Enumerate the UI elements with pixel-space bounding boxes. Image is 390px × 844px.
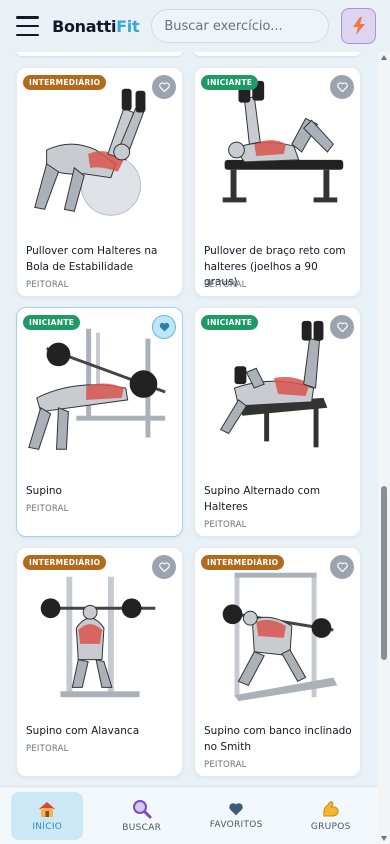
- nav-label: FAVORITOS: [209, 819, 263, 830]
- exercise-card[interactable]: INTERMEDIÁRIO Supino com banco inclinado…: [194, 547, 361, 777]
- favorite-toggle-button[interactable]: [152, 75, 176, 99]
- exercise-grid: INTERMEDIÁRIO Pullover com Halteres na B…: [0, 52, 378, 786]
- nav-item-favoritos[interactable]: FAVORITOS: [200, 792, 272, 840]
- scrollbar-thumb[interactable]: [381, 486, 387, 660]
- heart-icon: [229, 802, 243, 815]
- scroll-up-arrow-icon[interactable]: [380, 54, 388, 62]
- muscle-group-label: PEITORAL: [26, 744, 69, 754]
- muscle-group-label: PEITORAL: [26, 280, 69, 290]
- scroll-down-arrow-icon[interactable]: [380, 834, 388, 842]
- favorite-toggle-button[interactable]: [152, 315, 176, 339]
- logo-text-accent: Fit: [116, 16, 140, 36]
- difficulty-badge: INICIANTE: [201, 315, 259, 330]
- exercise-name: Supino com banco inclinado no Smith: [204, 725, 352, 753]
- favorite-toggle-button[interactable]: [330, 75, 354, 99]
- nav-item-grupos[interactable]: GRUPOS: [295, 792, 367, 840]
- app-logo[interactable]: BonattiFit: [52, 16, 140, 36]
- favorite-toggle-button[interactable]: [152, 555, 176, 579]
- muscle-group-label: PEITORAL: [204, 520, 247, 530]
- muscle-group-label: PEITORAL: [204, 280, 247, 290]
- previous-card-edge-right: [194, 52, 361, 56]
- muscle-group-label: PEITORAL: [204, 760, 247, 770]
- scrollbar[interactable]: [378, 52, 390, 844]
- logo-text-main: Bonatti: [52, 16, 117, 36]
- quick-action-button[interactable]: [341, 8, 376, 44]
- exercise-card[interactable]: INICIANTE Supino PEITORAL: [16, 307, 183, 537]
- exercise-name: Supino Alternado com Halteres: [204, 485, 321, 513]
- nav-label: INÍCIO: [32, 821, 63, 832]
- exercise-card[interactable]: INTERMEDIÁRIO Supino com Alavanca PEITOR…: [16, 547, 183, 777]
- favorite-toggle-button[interactable]: [330, 315, 354, 339]
- search-input[interactable]: [151, 9, 330, 43]
- heart-icon: [158, 82, 170, 92]
- difficulty-badge: INICIANTE: [201, 75, 259, 90]
- magnifier-icon: [132, 799, 152, 818]
- house-icon: [39, 801, 56, 817]
- nav-item-inicio[interactable]: INÍCIO: [11, 791, 84, 840]
- exercise-card[interactable]: INICIANTE Pullover de braço reto com hal…: [194, 67, 361, 297]
- favorite-toggle-button[interactable]: [330, 555, 354, 579]
- nav-item-buscar[interactable]: BUSCAR: [106, 792, 178, 840]
- previous-card-edge-left: [16, 52, 183, 56]
- difficulty-badge: INICIANTE: [23, 315, 81, 330]
- difficulty-badge: INTERMEDIÁRIO: [23, 555, 107, 570]
- heart-icon: [158, 562, 170, 572]
- flexed-biceps-icon: [323, 800, 339, 816]
- nav-label: GRUPOS: [310, 821, 351, 832]
- heart-icon: [336, 322, 348, 332]
- bottom-navigation: INÍCIO BUSCAR FAVORITOS GRUPOS: [0, 786, 378, 844]
- exercise-name: Supino com Alavanca: [26, 725, 140, 737]
- difficulty-badge: INTERMEDIÁRIO: [201, 555, 285, 570]
- muscle-group-label: PEITORAL: [26, 504, 69, 514]
- exercise-card[interactable]: INICIANTE Supino Alternado com Halteres …: [194, 307, 361, 537]
- exercise-name: Pullover com Halteres na Bola de Estabil…: [26, 245, 158, 273]
- heart-icon: [336, 82, 348, 92]
- hamburger-menu-icon[interactable]: [16, 16, 40, 36]
- heart-icon: [159, 322, 169, 332]
- lightning-bolt-icon: [352, 17, 365, 35]
- top-bar: BonattiFit: [0, 0, 390, 52]
- nav-label: BUSCAR: [122, 822, 162, 833]
- difficulty-badge: INTERMEDIÁRIO: [23, 75, 107, 90]
- exercise-name: Supino: [26, 485, 62, 497]
- exercise-card[interactable]: INTERMEDIÁRIO Pullover com Halteres na B…: [16, 67, 183, 297]
- heart-icon: [336, 562, 348, 572]
